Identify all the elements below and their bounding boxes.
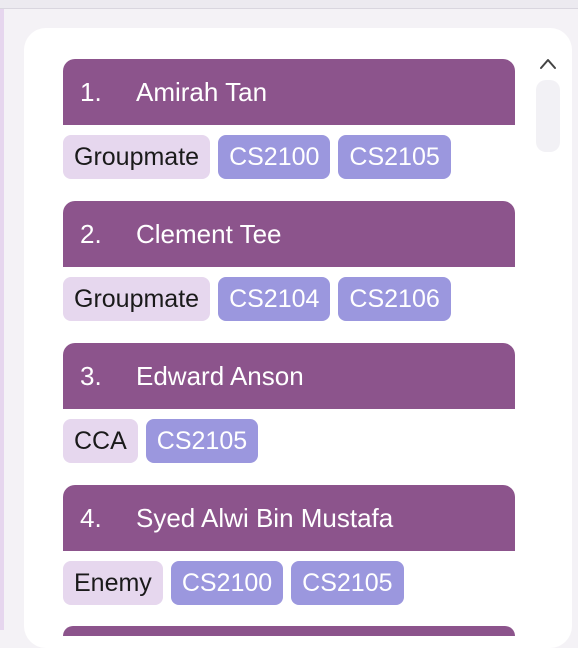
- contact-card-header[interactable]: 3. Edward Anson: [63, 343, 515, 409]
- chevron-up-icon[interactable]: [538, 54, 558, 74]
- contact-name: Edward Anson: [136, 360, 304, 391]
- contact-tags: Enemy CS2100 CS2105: [63, 561, 515, 605]
- contact-name: Syed Alwi Bin Mustafa: [136, 502, 394, 533]
- contact-index: 2.: [80, 218, 102, 249]
- contact-card-partial[interactable]: [63, 626, 515, 636]
- relationship-tag: CCA: [63, 419, 138, 463]
- contact-tags: Groupmate CS2104 CS2106: [63, 277, 515, 321]
- contact-name: Clement Tee: [136, 218, 282, 249]
- contact-card[interactable]: 2. Clement Tee Groupmate CS2104 CS2106: [63, 201, 515, 321]
- contact-card[interactable]: 4. Syed Alwi Bin Mustafa Enemy CS2100 CS2105: [63, 485, 515, 605]
- relationship-tag: Enemy: [63, 561, 163, 605]
- left-accent-bar: [0, 9, 4, 630]
- relationship-tag: Groupmate: [63, 135, 211, 179]
- contact-card-header[interactable]: 1. Amirah Tan: [63, 59, 515, 125]
- contact-tags: Groupmate CS2100 CS2105: [63, 135, 515, 179]
- contact-name: Amirah Tan: [136, 76, 268, 107]
- module-tag: CS2105: [338, 135, 451, 179]
- contact-index: 1.: [80, 76, 102, 107]
- module-tag: CS2100: [218, 135, 331, 179]
- module-tag: CS2104: [218, 277, 331, 321]
- module-tag: CS2105: [145, 419, 259, 463]
- contact-card[interactable]: 3. Edward Anson CCA CS2105: [63, 343, 515, 463]
- relationship-tag: Groupmate: [63, 277, 211, 321]
- contact-index: 3.: [80, 360, 102, 391]
- module-tag: CS2106: [338, 277, 451, 321]
- window-top-strip: [0, 0, 578, 9]
- contact-card-header[interactable]: 2. Clement Tee: [63, 201, 515, 267]
- contact-card-header[interactable]: 4. Syed Alwi Bin Mustafa: [63, 485, 515, 551]
- scrollbar-thumb[interactable]: [536, 80, 560, 152]
- contact-tags: CCA CS2105: [63, 419, 515, 463]
- contact-list: 1. Amirah Tan Groupmate CS2100 CS2105 2. Cleme…: [63, 59, 515, 627]
- module-tag: CS2100: [170, 561, 284, 605]
- contact-card[interactable]: 1. Amirah Tan Groupmate CS2100 CS2105: [63, 59, 515, 179]
- contact-index: 4.: [80, 502, 102, 533]
- module-tag: CS2105: [291, 561, 404, 605]
